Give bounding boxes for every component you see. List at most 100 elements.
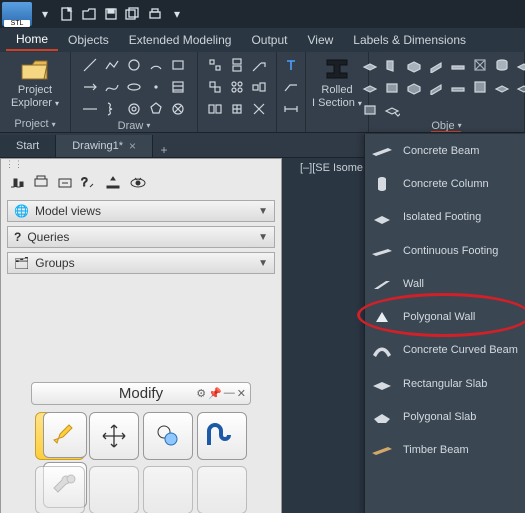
tool-offset[interactable] — [197, 412, 247, 460]
mod-1-icon[interactable] — [205, 55, 225, 75]
gear-icon[interactable]: ⚙ — [196, 387, 206, 400]
mod-4-icon[interactable] — [205, 77, 225, 97]
dd-concrete-column[interactable]: Concrete Column — [365, 167, 525, 200]
mod-6-icon[interactable] — [249, 77, 269, 97]
obj-7-icon[interactable] — [492, 55, 512, 75]
obj-11-icon[interactable] — [404, 77, 424, 97]
ellipse-icon[interactable] — [124, 77, 144, 97]
hatch-icon[interactable] — [168, 77, 188, 97]
arc-icon[interactable] — [146, 55, 166, 75]
pin-icon[interactable]: 📌 — [208, 387, 222, 400]
new-tab-button[interactable]: + — [153, 143, 175, 157]
mod-7-icon[interactable] — [205, 99, 225, 119]
point-icon[interactable] — [146, 77, 166, 97]
dd-continuous-footing[interactable]: Continuous Footing — [365, 234, 525, 267]
tool-r2c3[interactable] — [143, 466, 193, 513]
close-icon[interactable]: ✕ — [237, 387, 246, 400]
obj-4-icon[interactable] — [426, 55, 446, 75]
spline-icon[interactable] — [102, 77, 122, 97]
tool-pencil[interactable] — [43, 412, 87, 458]
qat-dropdown-2[interactable]: ▾ — [167, 4, 187, 24]
dim-icon[interactable] — [281, 99, 301, 119]
viewport-label[interactable]: [–][SE Isome — [300, 162, 363, 174]
saveall-icon[interactable] — [123, 4, 143, 24]
mod-5-icon[interactable] — [227, 77, 247, 97]
dd-concrete-curved-beam[interactable]: Concrete Curved Beam — [365, 334, 525, 367]
helix-icon[interactable] — [102, 99, 122, 119]
obj-9-icon[interactable] — [360, 77, 380, 97]
mod-3-icon[interactable] — [249, 55, 269, 75]
modify-header[interactable]: Modify ⚙ 📌 — ✕ — [31, 382, 251, 405]
obj-5-icon[interactable] — [448, 55, 468, 75]
pal-icon-1[interactable] — [9, 175, 25, 192]
menu-labels-dimensions[interactable]: Labels & Dimensions — [343, 30, 476, 50]
menu-extended-modeling[interactable]: Extended Modeling — [119, 30, 242, 50]
obj-6-icon[interactable] — [470, 55, 490, 75]
region-icon[interactable] — [168, 99, 188, 119]
pal-icon-2[interactable] — [33, 175, 49, 192]
obj-16-icon[interactable] — [514, 77, 525, 97]
obj-3-icon[interactable] — [404, 55, 424, 75]
dd-rectangular-slab[interactable]: Rectangular Slab — [365, 367, 525, 400]
dd-timber-beam[interactable]: Timber Beam — [365, 434, 525, 467]
dd-isolated-footing[interactable]: Isolated Footing — [365, 201, 525, 234]
obj-13-icon[interactable] — [448, 77, 468, 97]
rolled-isection-button[interactable]: Rolled I Section ▾ — [310, 55, 364, 110]
menu-home[interactable]: Home — [6, 29, 58, 51]
close-icon[interactable]: × — [129, 139, 136, 153]
accordion-groups[interactable]: 🗂Groups▼ — [7, 252, 275, 274]
tool-r2c2[interactable] — [89, 466, 139, 513]
accordion-queries[interactable]: ?Queries▼ — [7, 226, 275, 248]
text-icon[interactable] — [281, 55, 301, 75]
ray-icon[interactable] — [80, 77, 100, 97]
mod-9-icon[interactable] — [249, 99, 269, 119]
dd-polygonal-wall[interactable]: Polygonal Wall — [365, 300, 525, 333]
dd-concrete-beam[interactable]: Concrete Beam — [365, 134, 525, 167]
minimize-icon[interactable]: — — [224, 387, 235, 400]
project-explorer-button[interactable]: Project Explorer ▾ — [9, 55, 61, 110]
print-icon[interactable] — [145, 4, 165, 24]
pal-icon-3[interactable] — [57, 175, 73, 192]
menu-objects[interactable]: Objects — [58, 30, 119, 50]
open-icon[interactable] — [79, 4, 99, 24]
panel-label-draw[interactable]: Draw▾ — [118, 119, 151, 132]
xline-icon[interactable] — [80, 99, 100, 119]
tool-move[interactable] — [89, 412, 139, 460]
obj-17-icon[interactable] — [360, 99, 380, 119]
pal-icon-5[interactable] — [105, 175, 121, 192]
save-icon[interactable] — [101, 4, 121, 24]
dd-polygonal-slab[interactable]: Polygonal Slab — [365, 400, 525, 433]
polygon-icon[interactable] — [146, 99, 166, 119]
circle-icon[interactable] — [124, 55, 144, 75]
new-icon[interactable] — [57, 4, 77, 24]
obj-12-icon[interactable] — [426, 77, 446, 97]
line-icon[interactable] — [80, 55, 100, 75]
obj-8-icon[interactable] — [514, 55, 525, 75]
menu-view[interactable]: View — [297, 30, 343, 50]
rect-icon[interactable] — [168, 55, 188, 75]
accordion-model-views[interactable]: 🌐Model views▼ — [7, 200, 275, 222]
obj-10-icon[interactable] — [382, 77, 402, 97]
menu-output[interactable]: Output — [241, 30, 297, 50]
mod-2-icon[interactable] — [227, 55, 247, 75]
tool-r2c1[interactable] — [35, 466, 85, 513]
panel-label-objects[interactable]: Obje▾ — [431, 119, 461, 132]
pal-icon-4[interactable]: ? — [81, 175, 97, 192]
panel-label-project[interactable]: Project▾ — [14, 116, 55, 132]
mod-8-icon[interactable] — [227, 99, 247, 119]
polyline-icon[interactable] — [102, 55, 122, 75]
leader-icon[interactable] — [281, 77, 301, 97]
qat-dropdown[interactable]: ▾ — [35, 4, 55, 24]
obj-14-icon[interactable] — [470, 77, 490, 97]
tool-r2c4[interactable] — [197, 466, 247, 513]
dd-wall[interactable]: Wall — [365, 267, 525, 300]
pal-icon-6[interactable] — [129, 175, 147, 192]
donut-icon[interactable] — [124, 99, 144, 119]
obj-2-icon[interactable] — [382, 55, 402, 75]
obj-15-icon[interactable] — [492, 77, 512, 97]
obj-dropdown-icon[interactable] — [382, 99, 402, 119]
obj-1-icon[interactable] — [360, 55, 380, 75]
tab-drawing1[interactable]: Drawing1*× — [56, 135, 153, 157]
tab-start[interactable]: Start — [0, 135, 56, 157]
tool-copy[interactable] — [143, 412, 193, 460]
